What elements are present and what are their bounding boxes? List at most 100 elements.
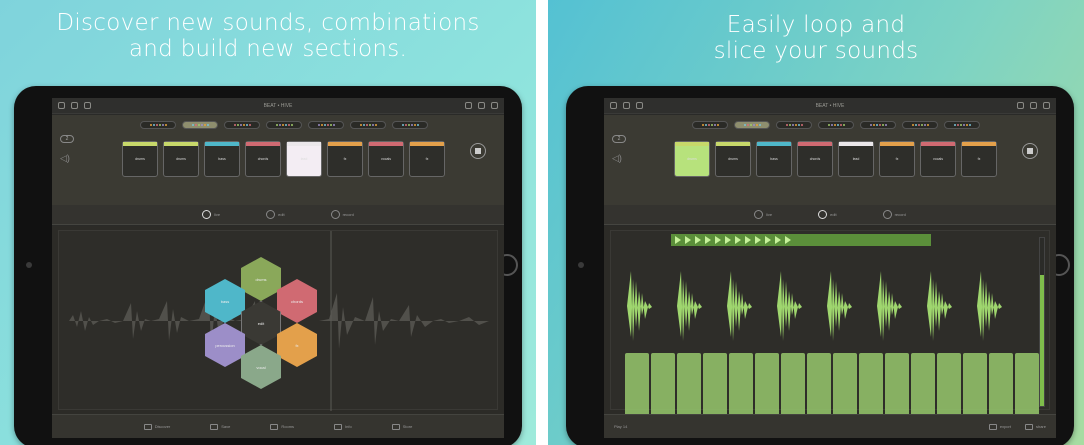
mode-live[interactable]: live bbox=[754, 210, 772, 219]
preset-dot bbox=[920, 124, 923, 126]
share-button[interactable]: share bbox=[1024, 423, 1046, 430]
sound-pad[interactable]: chords bbox=[797, 141, 833, 177]
sound-pad[interactable]: fx bbox=[961, 141, 997, 177]
preset-1[interactable] bbox=[140, 121, 176, 129]
mode-edit[interactable]: edit bbox=[266, 210, 285, 219]
preset-4[interactable] bbox=[266, 121, 302, 129]
mode-record[interactable]: record bbox=[882, 210, 906, 219]
tablet-frame: BEAT • HIVE 2 ◁) drums drums bass chords lea… bbox=[14, 86, 522, 445]
bpm-icon[interactable] bbox=[1017, 102, 1024, 109]
export-button[interactable]: export bbox=[988, 423, 1011, 430]
speaker-icon[interactable]: ◁) bbox=[612, 153, 622, 163]
pad-label: chords bbox=[809, 157, 821, 161]
bpm-icon[interactable] bbox=[465, 102, 472, 109]
slice-waveform[interactable] bbox=[875, 261, 903, 351]
nav-discover[interactable]: Discover bbox=[143, 423, 170, 430]
time-icon[interactable] bbox=[478, 102, 485, 109]
preset-dot bbox=[956, 124, 959, 126]
loop-region-strip[interactable] bbox=[671, 234, 931, 246]
slice-waveform[interactable] bbox=[775, 261, 803, 351]
loop-count-control[interactable]: 2 bbox=[60, 135, 74, 143]
sound-pad[interactable]: bass bbox=[204, 141, 240, 177]
preset-dot bbox=[317, 124, 320, 126]
pad-color-strip bbox=[839, 142, 873, 146]
slice-waveform[interactable] bbox=[625, 261, 653, 351]
camera-dot bbox=[26, 262, 32, 268]
sound-pad[interactable]: lead bbox=[286, 141, 322, 177]
time-icon[interactable] bbox=[1030, 102, 1037, 109]
sound-pad[interactable]: lead bbox=[838, 141, 874, 177]
save-icon bbox=[210, 423, 219, 430]
sound-pad[interactable]: fx bbox=[879, 141, 915, 177]
sound-pad[interactable]: drums bbox=[715, 141, 751, 177]
preset-7[interactable] bbox=[392, 121, 428, 129]
preset-2[interactable] bbox=[734, 121, 770, 129]
mode-record[interactable]: record bbox=[330, 210, 354, 219]
bottom-bar: Discover Save Rooms Info Store bbox=[52, 414, 504, 438]
preset-dot bbox=[200, 124, 203, 126]
preset-dot bbox=[833, 124, 836, 126]
nav-info[interactable]: Info bbox=[334, 423, 352, 430]
stop-button[interactable] bbox=[1022, 143, 1038, 159]
mode-bar: live edit record bbox=[604, 205, 1056, 225]
pad-row: drums drums bass chords lead fx vocals fx bbox=[674, 141, 997, 177]
preset-6[interactable] bbox=[350, 121, 386, 129]
preset-3[interactable] bbox=[224, 121, 260, 129]
pad-label: drums bbox=[135, 157, 145, 161]
preset-dot bbox=[959, 124, 962, 126]
sound-pad[interactable]: drums bbox=[163, 141, 199, 177]
mode-live[interactable]: live bbox=[202, 210, 220, 219]
slice-waveform[interactable] bbox=[975, 261, 1003, 351]
nav-save[interactable]: Save bbox=[210, 423, 230, 430]
preset-dot bbox=[965, 124, 968, 126]
sound-pad[interactable]: chords bbox=[245, 141, 281, 177]
loop-count-control[interactable]: 2 bbox=[612, 135, 626, 143]
caption-line-1: Discover new sounds, combinations bbox=[56, 10, 480, 36]
preset-dot bbox=[911, 124, 914, 126]
preset-dot bbox=[842, 124, 845, 126]
preset-dot bbox=[914, 124, 917, 126]
share-icon[interactable] bbox=[491, 102, 498, 109]
preset-4[interactable] bbox=[818, 121, 854, 129]
mode-edit[interactable]: edit bbox=[818, 210, 837, 219]
preset-dot bbox=[155, 124, 158, 126]
nav-rooms[interactable]: Rooms bbox=[270, 423, 294, 430]
preset-7[interactable] bbox=[944, 121, 980, 129]
share-icon[interactable] bbox=[1043, 102, 1050, 109]
sound-pad[interactable]: drums bbox=[674, 141, 710, 177]
stop-button[interactable] bbox=[470, 143, 486, 159]
slice-waveform[interactable] bbox=[725, 261, 753, 351]
preset-5[interactable] bbox=[308, 121, 344, 129]
sound-pad[interactable]: bass bbox=[756, 141, 792, 177]
preset-dot bbox=[710, 124, 713, 126]
loop-editor bbox=[604, 226, 1056, 425]
slice-waveform[interactable] bbox=[825, 261, 853, 351]
sound-pad[interactable]: fx bbox=[327, 141, 363, 177]
slice-waveform[interactable] bbox=[925, 261, 953, 351]
preset-dot bbox=[716, 124, 719, 126]
preset-dot bbox=[743, 124, 746, 126]
pad-color-strip bbox=[328, 142, 362, 146]
pad-label: bass bbox=[218, 157, 226, 161]
pad-color-strip bbox=[287, 142, 321, 146]
preset-dot bbox=[800, 124, 803, 126]
sound-pad[interactable]: vocals bbox=[920, 141, 956, 177]
preset-3[interactable] bbox=[776, 121, 812, 129]
preset-6[interactable] bbox=[902, 121, 938, 129]
volume-meter[interactable] bbox=[1039, 237, 1045, 407]
edit-icon bbox=[266, 210, 276, 219]
preset-2[interactable] bbox=[182, 121, 218, 129]
sound-pad[interactable]: fx bbox=[409, 141, 445, 177]
speaker-icon[interactable]: ◁) bbox=[60, 153, 70, 163]
sound-pad[interactable]: drums bbox=[122, 141, 158, 177]
preset-5[interactable] bbox=[860, 121, 896, 129]
export-icon bbox=[988, 423, 997, 430]
sound-pad[interactable]: vocals bbox=[368, 141, 404, 177]
preset-dot bbox=[194, 124, 197, 126]
preset-1[interactable] bbox=[692, 121, 728, 129]
caption-line-1: Easily loop and bbox=[726, 12, 906, 38]
preset-row bbox=[692, 121, 980, 129]
slice-waveform[interactable] bbox=[675, 261, 703, 351]
preset-dot bbox=[239, 124, 242, 126]
nav-store[interactable]: Store bbox=[391, 423, 412, 430]
